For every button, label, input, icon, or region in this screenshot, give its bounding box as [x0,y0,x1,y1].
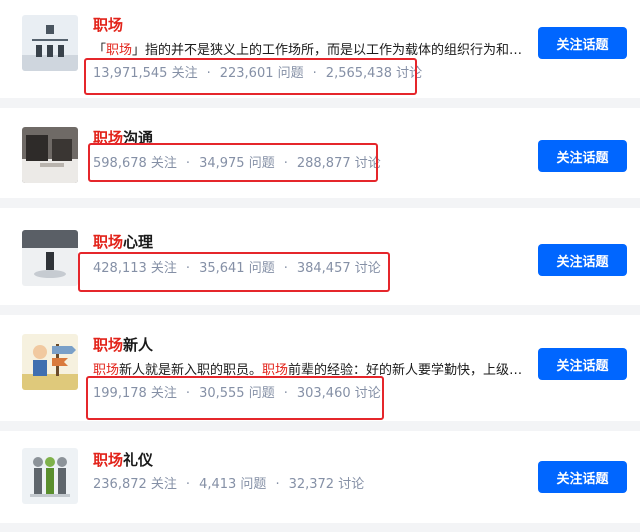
questions-count: 34,975 [199,156,245,171]
follow-topic-button[interactable]: 关注话题 [538,140,627,172]
questions-label: 问题 [248,261,275,276]
separator-dot: · [275,477,280,492]
separator-dot: · [283,386,288,401]
separator-dot: · [185,477,191,492]
discussions-label: 讨论 [338,477,365,492]
follow-topic-button[interactable]: 关注话题 [538,461,627,493]
topic-card[interactable]: 职场新人 职场新人就是新入职的职员。职场前辈的经验：好的新人要学勤快，上级交… … [0,315,640,421]
topic-thumbnail[interactable] [22,334,78,390]
separator-dot: · [283,156,288,171]
discussions-count: 384,457 [296,261,351,276]
discussions-label: 讨论 [354,386,381,401]
separator-dot: · [312,66,317,81]
questions-label: 问题 [248,156,275,171]
followers-label: 关注 [150,477,177,492]
topic-stats: 428,113 关注 · 35,641 问题 · 384,457 讨论 [93,260,381,278]
topic-stats: 598,678 关注 · 34,975 问题 · 288,877 讨论 [93,155,381,173]
topic-stats: 199,178 关注 · 30,555 问题 · 303,460 讨论 [93,385,381,403]
follow-topic-button[interactable]: 关注话题 [538,348,627,380]
discussions-label: 讨论 [354,261,381,276]
separator-dot: · [185,386,191,401]
title-rest: 礼仪 [123,451,154,469]
followers-count: 236,872 [93,477,147,492]
title-highlight: 职场 [93,129,124,147]
follow-topic-button[interactable]: 关注话题 [538,244,627,276]
followers-label: 关注 [150,386,177,401]
questions-count: 30,555 [199,386,245,401]
questions-count: 4,413 [199,477,237,492]
topic-description: 「职场」指的并不是狭义上的工作场所，而是以工作为载体的组织行为和人… [93,42,533,60]
discussions-count: 288,877 [296,156,351,171]
discussions-label: 讨论 [354,156,381,171]
topic-card[interactable]: 职场心理 428,113 关注 · 35,641 问题 · 384,457 讨论 关注话… [0,208,640,305]
discussions-count: 2,565,438 [325,66,392,81]
title-highlight: 职场 [93,233,124,251]
title-rest: 沟通 [123,129,154,147]
topic-stats: 236,872 关注 · 4,413 问题 · 32,372 讨论 [93,476,364,494]
title-highlight: 职场 [93,336,124,354]
separator-dot: · [185,156,191,171]
title-rest: 新人 [123,336,154,354]
followers-label: 关注 [150,156,177,171]
topic-description: 职场新人就是新入职的职员。职场前辈的经验：好的新人要学勤快，上级交… [93,362,533,380]
desc-segment: 」指的并不是狭义上的工作场所，而是以工作为载体的组织行为和人… [132,43,533,58]
topic-thumbnail[interactable] [22,230,78,286]
questions-count: 35,641 [199,261,245,276]
separator-dot: · [206,66,211,81]
topic-card[interactable]: 职场 「职场」指的并不是狭义上的工作场所，而是以工作为载体的组织行为和人… 13… [0,0,640,98]
topic-thumbnail[interactable] [22,15,78,71]
desc-segment-highlight: 职场 [262,363,289,378]
topic-title[interactable]: 职场沟通 [93,129,153,147]
discussions-count: 303,460 [296,386,351,401]
separator-dot: · [283,261,288,276]
separator-dot: · [185,261,191,276]
topic-thumbnail[interactable] [22,448,78,504]
followers-count: 13,971,545 [93,66,168,81]
topic-stats: 13,971,545 关注 · 223,601 问题 · 2,565,438 讨论 [93,65,422,83]
questions-label: 问题 [248,386,275,401]
topic-card[interactable]: 职场礼仪 236,872 关注 · 4,413 问题 · 32,372 讨论 关注话题 [0,431,640,523]
followers-count: 199,178 [93,386,147,401]
topic-thumbnail[interactable] [22,127,78,183]
followers-label: 关注 [150,261,177,276]
topic-title[interactable]: 职场新人 [93,336,153,354]
followers-label: 关注 [171,66,198,81]
title-rest: 心理 [123,233,154,251]
questions-label: 问题 [240,477,267,492]
discussions-label: 讨论 [396,66,423,81]
desc-segment-highlight: 职场 [93,363,120,378]
title-highlight: 职场 [93,16,124,34]
title-highlight: 职场 [93,451,124,469]
discussions-count: 32,372 [288,477,335,492]
topic-title[interactable]: 职场心理 [93,233,153,251]
desc-segment: 前辈的经验：好的新人要学勤快，上级交… [288,363,533,378]
follow-topic-button[interactable]: 关注话题 [538,27,627,59]
followers-count: 428,113 [93,261,147,276]
topic-title[interactable]: 职场 [93,16,123,34]
questions-label: 问题 [277,66,304,81]
questions-count: 223,601 [219,66,274,81]
followers-count: 598,678 [93,156,147,171]
topic-card[interactable]: 职场沟通 598,678 关注 · 34,975 问题 · 288,877 讨论 关注话… [0,108,640,198]
desc-segment: 「 [93,43,107,58]
desc-segment: 新人就是新入职的职员。 [119,363,263,378]
desc-segment-highlight: 职场 [106,43,133,58]
topic-title[interactable]: 职场礼仪 [93,451,153,469]
